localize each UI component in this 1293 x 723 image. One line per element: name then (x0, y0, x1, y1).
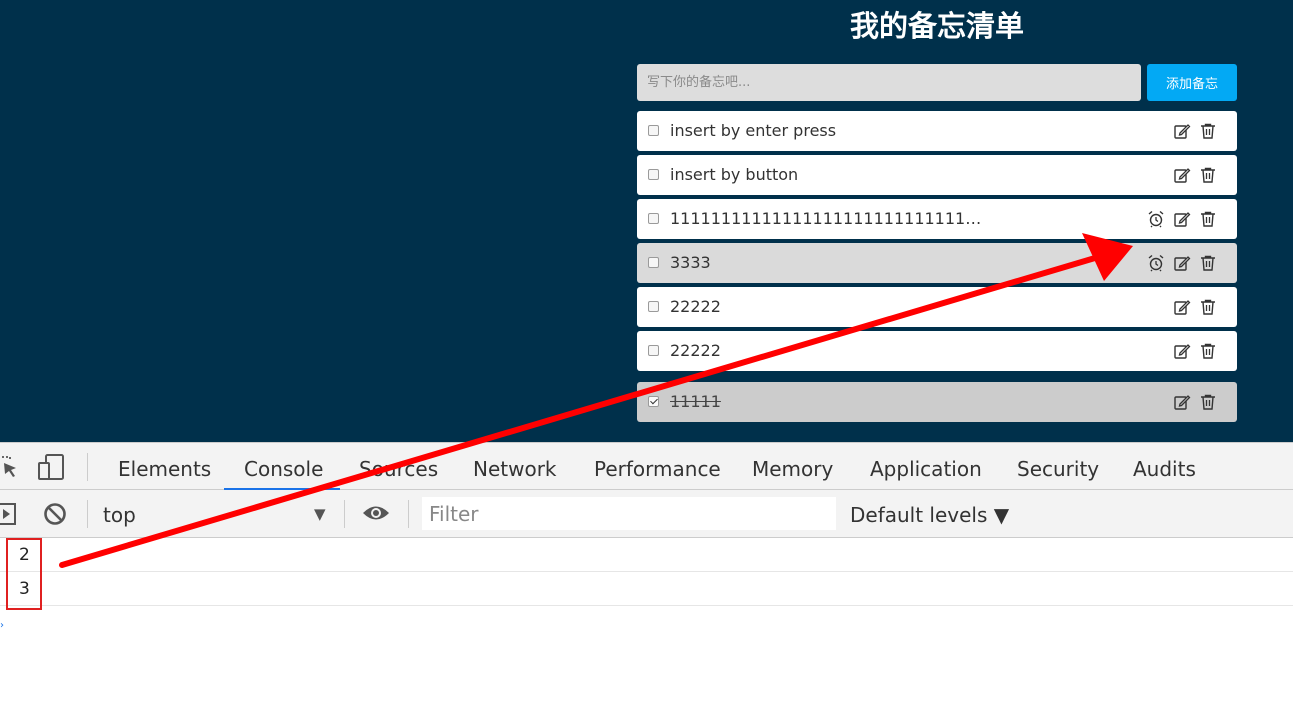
console-toolbar: top ▼ Default levels ▼ (0, 490, 1293, 538)
memo-text: 11111111111111111111111111111… (670, 209, 982, 228)
memo-checkbox[interactable] (648, 213, 659, 224)
console-message: 2 (0, 538, 1293, 572)
memo-checkbox[interactable] (648, 125, 659, 136)
trash-icon[interactable] (1199, 298, 1217, 316)
tab-application[interactable]: Application (870, 443, 982, 490)
console-filter-input[interactable] (422, 497, 836, 530)
show-sidebar-icon[interactable] (0, 503, 18, 525)
console-message: 3 (0, 572, 1293, 606)
memo-input[interactable] (637, 64, 1141, 101)
memo-item: 22222 (637, 331, 1237, 371)
tab-network[interactable]: Network (473, 443, 557, 490)
memo-item: insert by enter press (637, 111, 1237, 151)
edit-icon[interactable] (1173, 393, 1191, 411)
memo-item: insert by button (637, 155, 1237, 195)
memo-checkbox[interactable] (648, 396, 659, 407)
memo-text: insert by enter press (670, 121, 837, 140)
memo-app: 我的备忘清单 添加备忘 insert by enter press insert… (0, 0, 1293, 442)
memo-item: 3333 (637, 243, 1237, 283)
clear-console-icon[interactable] (43, 502, 67, 526)
eye-icon[interactable] (362, 502, 390, 524)
tab-performance[interactable]: Performance (594, 443, 721, 490)
trash-icon[interactable] (1199, 342, 1217, 360)
toolbar-divider (408, 500, 409, 528)
context-selector[interactable]: top (103, 490, 136, 537)
memo-checkbox[interactable] (648, 257, 659, 268)
memo-item-completed: 11111 (637, 382, 1237, 422)
memo-checkbox[interactable] (648, 169, 659, 180)
tab-elements[interactable]: Elements (118, 443, 211, 490)
trash-icon[interactable] (1199, 254, 1217, 272)
devtools-panel: Elements Console Sources Network Perform… (0, 442, 1293, 723)
memo-text: insert by button (670, 165, 799, 184)
tab-sources[interactable]: Sources (359, 443, 438, 490)
memo-checkbox[interactable] (648, 345, 659, 356)
alarm-clock-icon[interactable] (1147, 254, 1165, 272)
memo-text: 22222 (670, 341, 721, 360)
memo-checkbox[interactable] (648, 301, 659, 312)
toolbar-divider (87, 500, 88, 528)
console-prompt-icon[interactable]: › (0, 620, 4, 631)
memo-item: 22222 (637, 287, 1237, 327)
memo-text: 11111 (670, 392, 721, 411)
edit-icon[interactable] (1173, 254, 1191, 272)
tab-console[interactable]: Console (244, 443, 323, 490)
trash-icon[interactable] (1199, 393, 1217, 411)
trash-icon[interactable] (1199, 166, 1217, 184)
console-value: 2 (19, 545, 30, 565)
devtools-tab-bar: Elements Console Sources Network Perform… (0, 442, 1293, 491)
edit-icon[interactable] (1173, 166, 1191, 184)
memo-text: 22222 (670, 297, 721, 316)
memo-text: 3333 (670, 253, 711, 272)
device-toolbar-icon[interactable] (38, 454, 66, 480)
tab-memory[interactable]: Memory (752, 443, 833, 490)
trash-icon[interactable] (1199, 210, 1217, 228)
inspect-element-icon[interactable] (0, 455, 20, 479)
alarm-clock-icon[interactable] (1147, 210, 1165, 228)
trash-icon[interactable] (1199, 122, 1217, 140)
tab-security[interactable]: Security (1017, 443, 1099, 490)
edit-icon[interactable] (1173, 342, 1191, 360)
edit-icon[interactable] (1173, 122, 1191, 140)
toolbar-divider (344, 500, 345, 528)
edit-icon[interactable] (1173, 298, 1191, 316)
tab-audits[interactable]: Audits (1133, 443, 1196, 490)
log-levels-dropdown[interactable]: Default levels ▼ (850, 490, 1009, 537)
memo-item: 11111111111111111111111111111… (637, 199, 1237, 239)
edit-icon[interactable] (1173, 210, 1191, 228)
app-title: 我的备忘清单 (849, 9, 1024, 43)
dropdown-arrow-icon[interactable]: ▼ (314, 505, 326, 523)
add-memo-button[interactable]: 添加备忘 (1147, 64, 1237, 101)
console-value: 3 (19, 579, 30, 599)
toolbar-divider (87, 453, 88, 481)
